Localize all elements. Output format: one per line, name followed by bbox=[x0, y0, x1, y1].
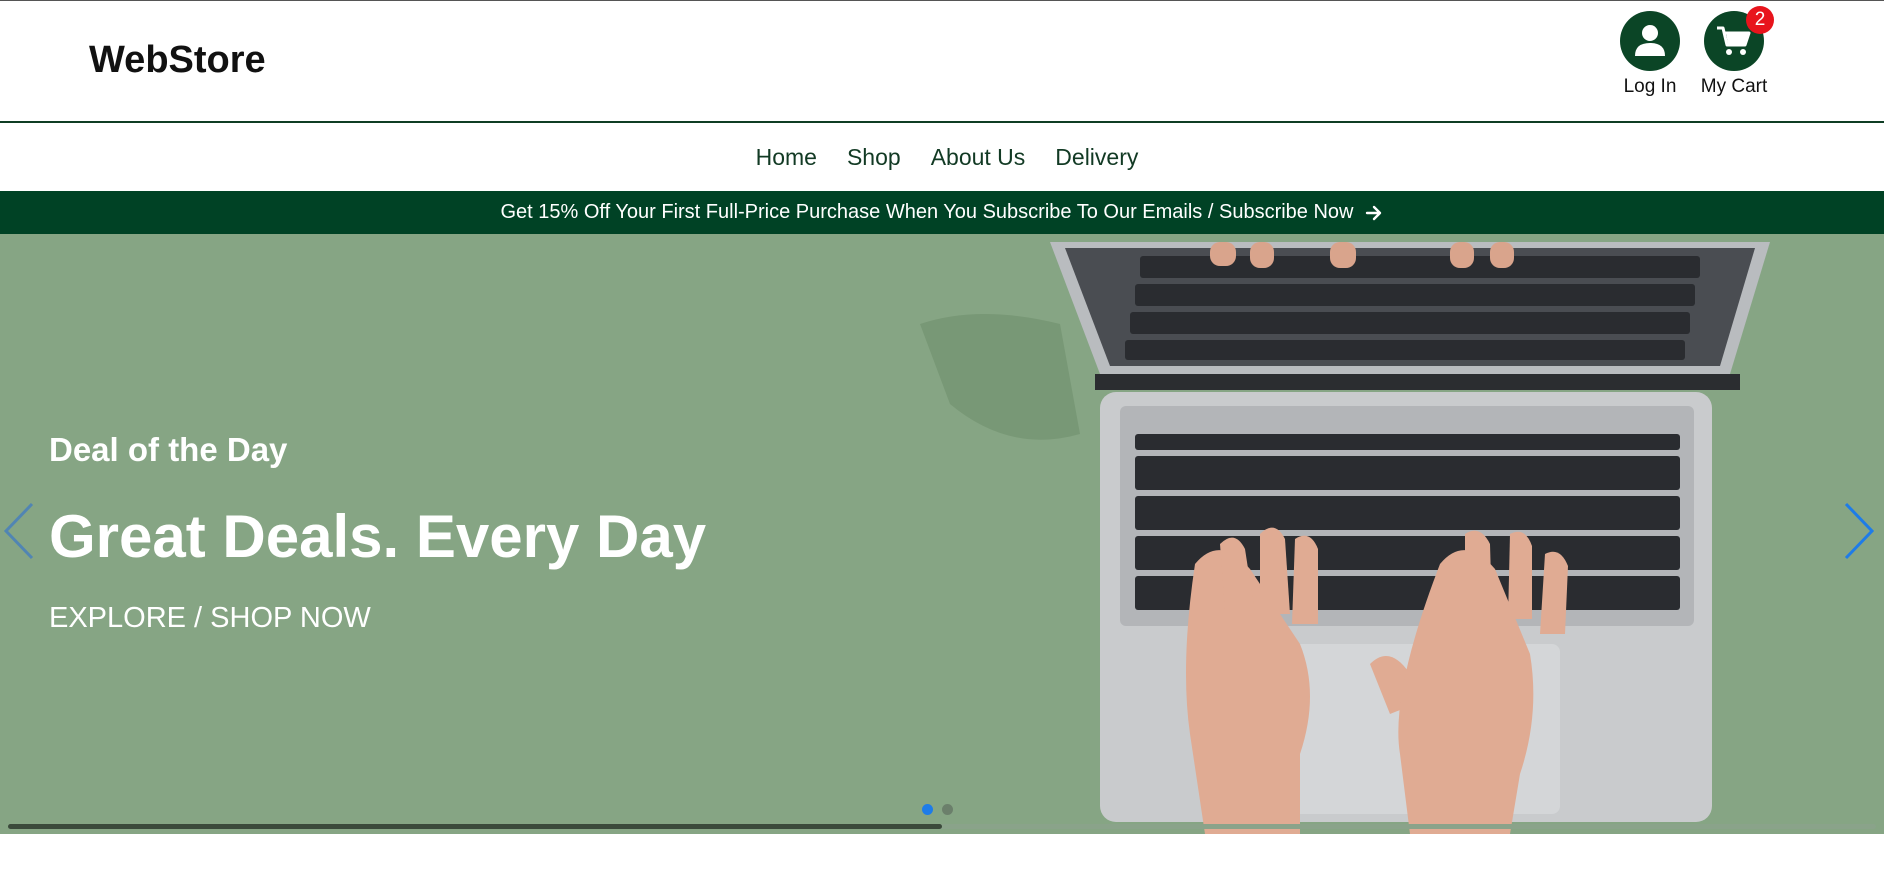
carousel-progress-bar bbox=[8, 824, 1876, 829]
cart-count-badge: 2 bbox=[1746, 6, 1774, 34]
login-label: Log In bbox=[1623, 76, 1677, 97]
promo-text: Get 15% Off Your First Full-Price Purcha… bbox=[500, 201, 1354, 223]
carousel-progress-fill bbox=[8, 824, 942, 829]
user-icon bbox=[1620, 11, 1680, 71]
hero-title: Great Deals. Every Day bbox=[49, 503, 707, 570]
site-logo[interactable]: WebStore bbox=[89, 39, 266, 82]
arrow-right-icon bbox=[1366, 205, 1382, 220]
carousel-dots bbox=[922, 804, 953, 815]
cart-label: My Cart bbox=[1700, 76, 1768, 97]
hero-eyebrow: Deal of the Day bbox=[49, 431, 288, 468]
carousel-dot-1[interactable] bbox=[922, 804, 933, 815]
site-header: WebStore Log In 2 My Cart bbox=[0, 0, 1884, 123]
chevron-left-icon bbox=[3, 502, 34, 560]
cart-icon: 2 bbox=[1704, 6, 1774, 71]
nav-item-shop[interactable]: Shop bbox=[847, 144, 901, 171]
main-nav: Home Shop About Us Delivery bbox=[0, 123, 1884, 191]
page: WebStore Log In 2 My Cart Home Shop Abou… bbox=[0, 0, 1884, 883]
hero-carousel: Deal of the Day Great Deals. Every Day E… bbox=[0, 234, 1884, 834]
carousel-prev-button[interactable] bbox=[0, 496, 40, 566]
promo-banner[interactable]: Get 15% Off Your First Full-Price Purcha… bbox=[0, 191, 1884, 234]
hero-cta-link[interactable]: EXPLORE / SHOP NOW bbox=[49, 602, 371, 635]
nav-item-delivery[interactable]: Delivery bbox=[1055, 144, 1138, 171]
nav-item-home[interactable]: Home bbox=[756, 144, 817, 171]
laptop-image bbox=[920, 242, 1770, 834]
login-button[interactable]: Log In bbox=[1610, 11, 1690, 98]
carousel-next-button[interactable] bbox=[1838, 496, 1878, 566]
chevron-right-icon bbox=[1844, 502, 1875, 560]
carousel-dot-2[interactable] bbox=[942, 804, 953, 815]
nav-item-about-us[interactable]: About Us bbox=[931, 144, 1026, 171]
cart-button[interactable]: 2 My Cart bbox=[1694, 6, 1774, 98]
